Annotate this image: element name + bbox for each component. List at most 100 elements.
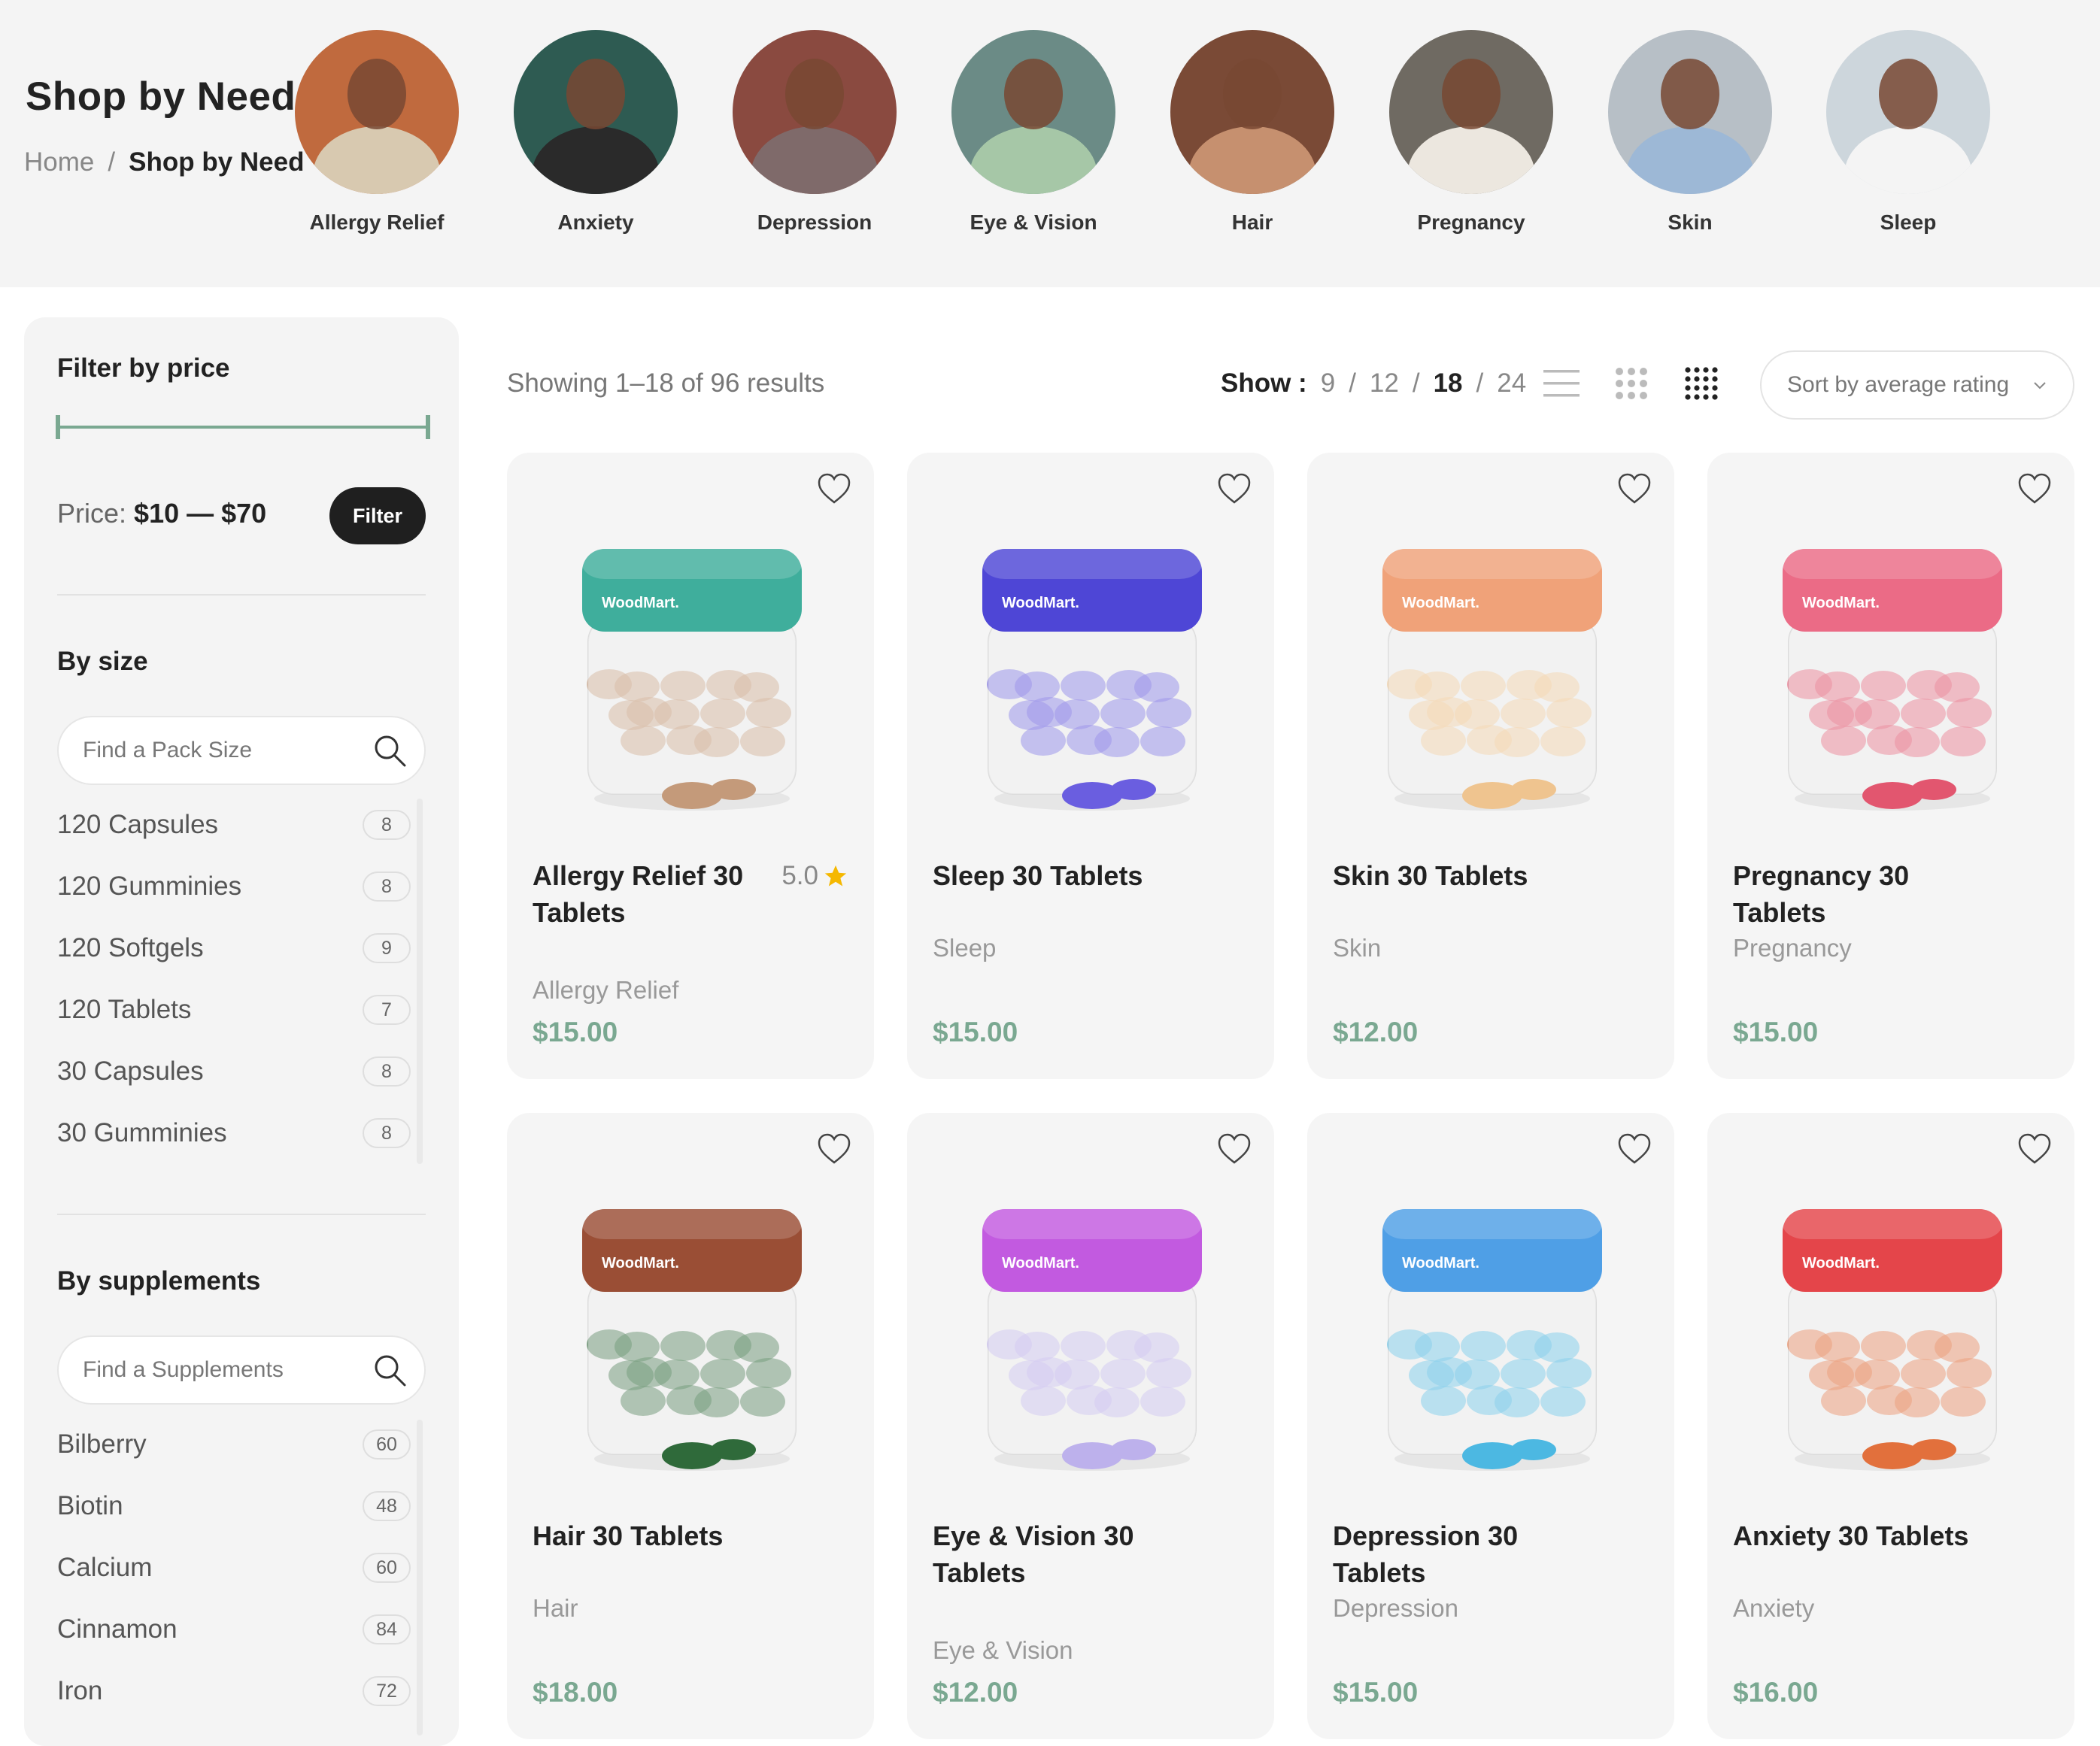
product-rating: 5.0: [781, 857, 848, 894]
need-depression[interactable]: Depression: [717, 30, 912, 235]
product-price: $15.00: [933, 1017, 1018, 1047]
need-pregnancy[interactable]: Pregnancy: [1373, 30, 1569, 235]
price-max-handle[interactable]: [426, 415, 430, 439]
wishlist-heart-icon[interactable]: [2017, 1132, 2052, 1166]
person-silhouette: [1844, 126, 1972, 194]
product-card[interactable]: WoodMart. Sleep 30 Tablets Sleep $15.00: [907, 453, 1274, 1079]
need-image[interactable]: [733, 30, 897, 194]
filter-option[interactable]: 120 Gumminies 8: [57, 856, 411, 917]
filter-option[interactable]: 30 Gumminies 8: [57, 1102, 411, 1164]
supplement-jar-image[interactable]: WoodMart.: [1780, 1194, 2005, 1480]
need-image[interactable]: [1170, 30, 1334, 194]
per-page-option-24[interactable]: 24: [1497, 368, 1526, 399]
need-eye-and-vision[interactable]: Eye & Vision: [936, 30, 1131, 235]
product-category[interactable]: Pregnancy: [1733, 934, 1852, 962]
wishlist-heart-icon[interactable]: [1217, 472, 1252, 505]
filter-option[interactable]: Cinnamon 84: [57, 1599, 411, 1660]
product-category[interactable]: Skin: [1333, 934, 1381, 962]
supplement-jar-image[interactable]: WoodMart.: [979, 534, 1205, 820]
list-view-icon[interactable]: [1542, 364, 1581, 403]
person-head: [1661, 59, 1719, 129]
sort-select[interactable]: Sort by average rating: [1760, 350, 2074, 420]
product-category[interactable]: Eye & Vision: [933, 1636, 1073, 1665]
supplement-jar-image[interactable]: WoodMart.: [1379, 1194, 1605, 1480]
jar-brand-label: WoodMart.: [602, 1255, 679, 1272]
product-category[interactable]: Sleep: [933, 934, 996, 962]
product-card[interactable]: WoodMart. Allergy Relief 30 Tablets 5.0 All…: [507, 453, 874, 1079]
supplement-jar-image[interactable]: WoodMart.: [1379, 534, 1605, 820]
person-head: [785, 59, 844, 129]
need-hair[interactable]: Hair: [1155, 30, 1350, 235]
product-category[interactable]: Allergy Relief: [533, 976, 678, 1005]
filter-option[interactable]: 120 Tablets 7: [57, 979, 411, 1041]
need-skin[interactable]: Skin: [1592, 30, 1788, 235]
product-category[interactable]: Anxiety: [1733, 1594, 1814, 1623]
wishlist-heart-icon[interactable]: [1217, 1132, 1252, 1166]
per-page-option-12[interactable]: 12: [1370, 368, 1399, 399]
product-name[interactable]: Anxiety 30 Tablets: [1733, 1517, 1974, 1554]
wishlist-heart-icon[interactable]: [817, 472, 851, 505]
product-name[interactable]: Sleep 30 Tablets: [933, 857, 1173, 894]
need-label: Allergy Relief: [309, 211, 445, 234]
need-allergy-relief[interactable]: Allergy Relief: [279, 30, 475, 235]
results-count: Showing 1–18 of 96 results: [507, 368, 825, 398]
pack-size-search-input[interactable]: [83, 717, 369, 784]
filter-option[interactable]: 120 Capsules 8: [57, 794, 411, 856]
person-silhouette: [1188, 126, 1316, 194]
search-icon[interactable]: [372, 1352, 408, 1388]
need-image[interactable]: [295, 30, 459, 194]
per-page-option-18[interactable]: 18: [1434, 368, 1463, 399]
wishlist-heart-icon[interactable]: [1617, 472, 1652, 505]
filter-option[interactable]: Bilberry 60: [57, 1414, 411, 1475]
grid-4-view-icon[interactable]: [1682, 364, 1721, 403]
jar-brand-label: WoodMart.: [1802, 595, 1880, 611]
need-image[interactable]: [1826, 30, 1990, 194]
grid-3-view-icon[interactable]: [1612, 364, 1651, 403]
price-min-handle[interactable]: [56, 415, 60, 439]
filter-option[interactable]: Iron 72: [57, 1660, 411, 1722]
filter-option[interactable]: 30 Capsules 8: [57, 1041, 411, 1102]
product-category[interactable]: Hair: [533, 1594, 578, 1623]
supplement-jar-image[interactable]: WoodMart.: [979, 1194, 1205, 1480]
product-name[interactable]: Eye & Vision 30 Tablets: [933, 1517, 1173, 1591]
per-page-option-9[interactable]: 9: [1321, 368, 1335, 399]
need-image[interactable]: [1389, 30, 1553, 194]
breadcrumb: Home / Shop by Need: [24, 147, 304, 177]
breadcrumb-home[interactable]: Home: [24, 147, 94, 177]
product-card[interactable]: WoodMart. Hair 30 Tablets Hair $18.00: [507, 1113, 874, 1739]
need-image[interactable]: [1608, 30, 1772, 194]
wishlist-heart-icon[interactable]: [817, 1132, 851, 1166]
breadcrumb-current: Shop by Need: [129, 147, 305, 177]
page-title: Shop by Need: [26, 74, 296, 119]
price-range-slider[interactable]: [56, 415, 430, 439]
filter-option[interactable]: 120 Softgels 9: [57, 917, 411, 979]
product-card[interactable]: WoodMart. Anxiety 30 Tablets Anxiety $16.00: [1707, 1113, 2074, 1739]
need-image[interactable]: [514, 30, 678, 194]
product-card[interactable]: WoodMart. Eye & Vision 30 Tablets Eye & Vi…: [907, 1113, 1274, 1739]
filter-option[interactable]: Calcium 60: [57, 1537, 411, 1599]
jar-brand-label: WoodMart.: [1402, 595, 1479, 611]
product-name[interactable]: Pregnancy 30 Tablets: [1733, 857, 1974, 931]
supplement-jar-image[interactable]: WoodMart.: [579, 534, 805, 820]
product-category[interactable]: Depression: [1333, 1594, 1458, 1623]
filter-option[interactable]: Biotin 48: [57, 1475, 411, 1537]
filter-button[interactable]: Filter: [329, 487, 426, 544]
product-name[interactable]: Allergy Relief 30 Tablets: [533, 857, 773, 931]
product-name[interactable]: Hair 30 Tablets: [533, 1517, 773, 1554]
product-card[interactable]: WoodMart. Depression 30 Tablets Depression…: [1307, 1113, 1674, 1739]
product-name[interactable]: Depression 30 Tablets: [1333, 1517, 1573, 1591]
wishlist-heart-icon[interactable]: [2017, 472, 2052, 505]
need-anxiety[interactable]: Anxiety: [498, 30, 693, 235]
supplement-jar-image[interactable]: WoodMart.: [579, 1194, 805, 1480]
supplement-jar-image[interactable]: WoodMart.: [1780, 534, 2005, 820]
supplements-search-input[interactable]: [83, 1337, 369, 1403]
product-card[interactable]: WoodMart. Skin 30 Tablets Skin $12.00: [1307, 453, 1674, 1079]
product-name[interactable]: Skin 30 Tablets: [1333, 857, 1573, 894]
product-card[interactable]: WoodMart. Pregnancy 30 Tablets Pregnancy $1…: [1707, 453, 2074, 1079]
supplements-list-scrollbar[interactable]: [417, 1420, 423, 1735]
wishlist-heart-icon[interactable]: [1617, 1132, 1652, 1166]
need-sleep[interactable]: Sleep: [1810, 30, 2006, 235]
size-list-scrollbar[interactable]: [417, 799, 423, 1164]
search-icon[interactable]: [372, 732, 408, 768]
need-image[interactable]: [951, 30, 1115, 194]
